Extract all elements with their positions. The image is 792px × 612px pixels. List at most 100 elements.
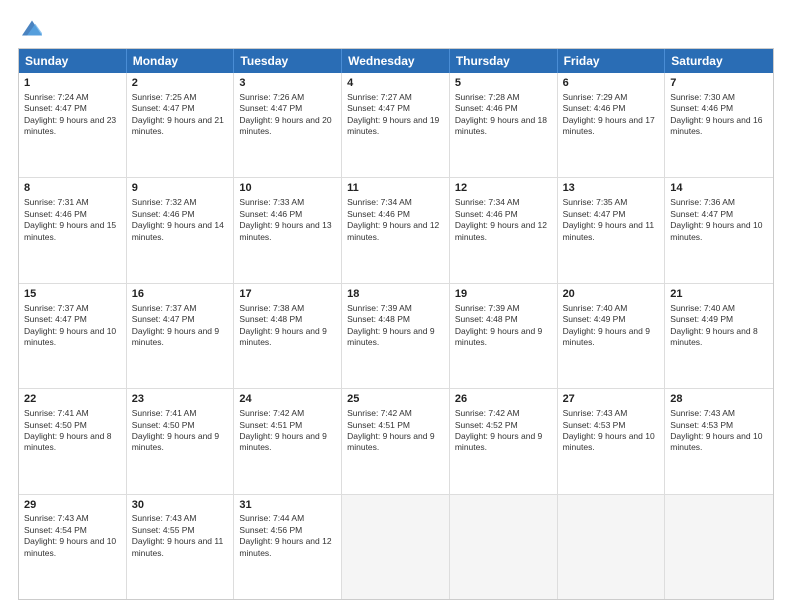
day-number: 8: [24, 181, 121, 196]
calendar-cell: [342, 495, 450, 599]
daylight: Daylight: 9 hours and 12 minutes.: [239, 536, 331, 557]
sunrise: Sunrise: 7:32 AM: [132, 197, 197, 207]
sunset: Sunset: 4:46 PM: [563, 103, 626, 113]
daylight: Daylight: 9 hours and 9 minutes.: [239, 326, 326, 347]
page: Sunday Monday Tuesday Wednesday Thursday…: [0, 0, 792, 612]
calendar-cell: 22 Sunrise: 7:41 AM Sunset: 4:50 PM Dayl…: [19, 389, 127, 493]
sunset: Sunset: 4:56 PM: [239, 525, 302, 535]
calendar-row-3: 22 Sunrise: 7:41 AM Sunset: 4:50 PM Dayl…: [19, 389, 773, 494]
daylight: Daylight: 9 hours and 9 minutes.: [563, 326, 650, 347]
day-number: 31: [239, 498, 336, 513]
sunset: Sunset: 4:52 PM: [455, 420, 518, 430]
sunrise: Sunrise: 7:37 AM: [24, 303, 89, 313]
sunrise: Sunrise: 7:30 AM: [670, 92, 735, 102]
sunset: Sunset: 4:47 PM: [132, 103, 195, 113]
calendar-cell: 16 Sunrise: 7:37 AM Sunset: 4:47 PM Dayl…: [127, 284, 235, 388]
sunset: Sunset: 4:50 PM: [24, 420, 87, 430]
sunrise: Sunrise: 7:44 AM: [239, 513, 304, 523]
calendar-row-2: 15 Sunrise: 7:37 AM Sunset: 4:47 PM Dayl…: [19, 284, 773, 389]
daylight: Daylight: 9 hours and 10 minutes.: [24, 326, 116, 347]
daylight: Daylight: 9 hours and 9 minutes.: [455, 326, 542, 347]
sunset: Sunset: 4:48 PM: [239, 314, 302, 324]
sunrise: Sunrise: 7:43 AM: [24, 513, 89, 523]
sunset: Sunset: 4:47 PM: [24, 103, 87, 113]
day-number: 22: [24, 392, 121, 407]
day-number: 25: [347, 392, 444, 407]
calendar-cell: 20 Sunrise: 7:40 AM Sunset: 4:49 PM Dayl…: [558, 284, 666, 388]
sunset: Sunset: 4:55 PM: [132, 525, 195, 535]
calendar-cell: 13 Sunrise: 7:35 AM Sunset: 4:47 PM Dayl…: [558, 178, 666, 282]
day-number: 3: [239, 76, 336, 91]
day-number: 12: [455, 181, 552, 196]
day-number: 21: [670, 287, 768, 302]
sunset: Sunset: 4:48 PM: [455, 314, 518, 324]
sunrise: Sunrise: 7:43 AM: [670, 408, 735, 418]
daylight: Daylight: 9 hours and 23 minutes.: [24, 115, 116, 136]
sunrise: Sunrise: 7:43 AM: [563, 408, 628, 418]
daylight: Daylight: 9 hours and 12 minutes.: [455, 220, 547, 241]
sunset: Sunset: 4:46 PM: [347, 209, 410, 219]
calendar-cell: 5 Sunrise: 7:28 AM Sunset: 4:46 PM Dayli…: [450, 73, 558, 177]
calendar-cell: 27 Sunrise: 7:43 AM Sunset: 4:53 PM Dayl…: [558, 389, 666, 493]
daylight: Daylight: 9 hours and 15 minutes.: [24, 220, 116, 241]
sunrise: Sunrise: 7:28 AM: [455, 92, 520, 102]
daylight: Daylight: 9 hours and 11 minutes.: [563, 220, 655, 241]
sunrise: Sunrise: 7:25 AM: [132, 92, 197, 102]
sunset: Sunset: 4:51 PM: [347, 420, 410, 430]
sunrise: Sunrise: 7:42 AM: [347, 408, 412, 418]
calendar-cell: 23 Sunrise: 7:41 AM Sunset: 4:50 PM Dayl…: [127, 389, 235, 493]
calendar-cell: 25 Sunrise: 7:42 AM Sunset: 4:51 PM Dayl…: [342, 389, 450, 493]
day-number: 16: [132, 287, 229, 302]
calendar-row-1: 8 Sunrise: 7:31 AM Sunset: 4:46 PM Dayli…: [19, 178, 773, 283]
calendar-header: Sunday Monday Tuesday Wednesday Thursday…: [19, 49, 773, 73]
sunrise: Sunrise: 7:43 AM: [132, 513, 197, 523]
daylight: Daylight: 9 hours and 9 minutes.: [132, 326, 219, 347]
sunset: Sunset: 4:46 PM: [455, 103, 518, 113]
sunrise: Sunrise: 7:34 AM: [347, 197, 412, 207]
calendar: Sunday Monday Tuesday Wednesday Thursday…: [18, 48, 774, 600]
sunrise: Sunrise: 7:40 AM: [670, 303, 735, 313]
daylight: Daylight: 9 hours and 9 minutes.: [132, 431, 219, 452]
day-number: 28: [670, 392, 768, 407]
calendar-cell: 2 Sunrise: 7:25 AM Sunset: 4:47 PM Dayli…: [127, 73, 235, 177]
daylight: Daylight: 9 hours and 20 minutes.: [239, 115, 331, 136]
sunrise: Sunrise: 7:31 AM: [24, 197, 89, 207]
sunrise: Sunrise: 7:42 AM: [239, 408, 304, 418]
day-number: 17: [239, 287, 336, 302]
sunrise: Sunrise: 7:35 AM: [563, 197, 628, 207]
sunrise: Sunrise: 7:34 AM: [455, 197, 520, 207]
daylight: Daylight: 9 hours and 14 minutes.: [132, 220, 224, 241]
sunrise: Sunrise: 7:41 AM: [132, 408, 197, 418]
header-monday: Monday: [127, 49, 235, 73]
daylight: Daylight: 9 hours and 9 minutes.: [347, 326, 434, 347]
sunrise: Sunrise: 7:36 AM: [670, 197, 735, 207]
day-number: 4: [347, 76, 444, 91]
day-number: 27: [563, 392, 660, 407]
calendar-cell: 30 Sunrise: 7:43 AM Sunset: 4:55 PM Dayl…: [127, 495, 235, 599]
sunrise: Sunrise: 7:24 AM: [24, 92, 89, 102]
day-number: 10: [239, 181, 336, 196]
calendar-cell: 4 Sunrise: 7:27 AM Sunset: 4:47 PM Dayli…: [342, 73, 450, 177]
calendar-cell: 8 Sunrise: 7:31 AM Sunset: 4:46 PM Dayli…: [19, 178, 127, 282]
daylight: Daylight: 9 hours and 9 minutes.: [455, 431, 542, 452]
sunset: Sunset: 4:50 PM: [132, 420, 195, 430]
sunrise: Sunrise: 7:33 AM: [239, 197, 304, 207]
header-sunday: Sunday: [19, 49, 127, 73]
logo-icon: [22, 18, 42, 38]
day-number: 5: [455, 76, 552, 91]
sunrise: Sunrise: 7:39 AM: [347, 303, 412, 313]
sunset: Sunset: 4:46 PM: [132, 209, 195, 219]
day-number: 13: [563, 181, 660, 196]
daylight: Daylight: 9 hours and 12 minutes.: [347, 220, 439, 241]
sunset: Sunset: 4:54 PM: [24, 525, 87, 535]
sunset: Sunset: 4:53 PM: [563, 420, 626, 430]
daylight: Daylight: 9 hours and 18 minutes.: [455, 115, 547, 136]
daylight: Daylight: 9 hours and 9 minutes.: [347, 431, 434, 452]
sunset: Sunset: 4:46 PM: [24, 209, 87, 219]
sunrise: Sunrise: 7:26 AM: [239, 92, 304, 102]
day-number: 14: [670, 181, 768, 196]
sunrise: Sunrise: 7:42 AM: [455, 408, 520, 418]
day-number: 1: [24, 76, 121, 91]
sunset: Sunset: 4:46 PM: [239, 209, 302, 219]
day-number: 6: [563, 76, 660, 91]
